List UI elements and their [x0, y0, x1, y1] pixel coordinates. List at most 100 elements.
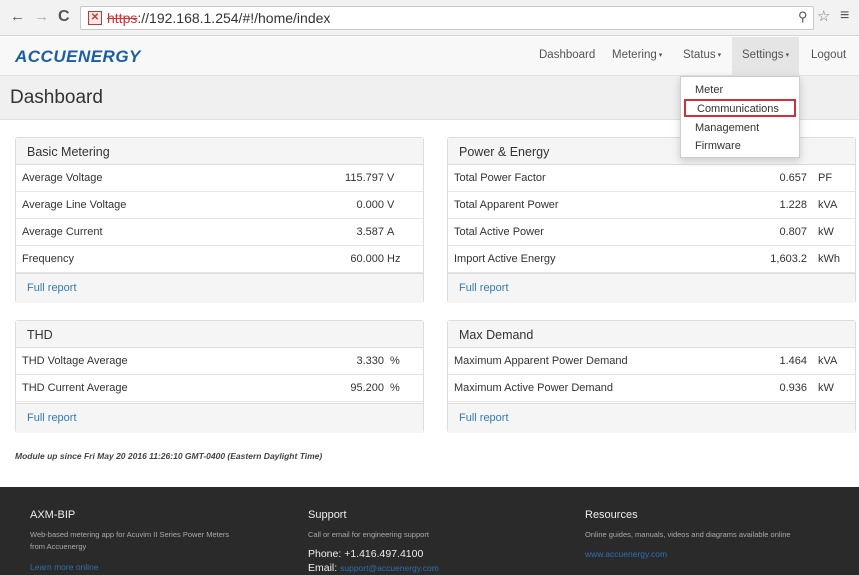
row-value: 0.807 [779, 226, 807, 238]
table-row: THD Voltage Average 3.330 % [16, 348, 423, 375]
caret-down-icon: ▾ [717, 52, 722, 59]
footer-app-heading: AXM-BIP [30, 509, 76, 521]
app-navbar: ACCUENERGY Dashboard Metering ▾ Status ▾ S… [0, 37, 859, 76]
row-label: Total Apparent Power [454, 199, 559, 211]
row-value: 60.000 [350, 253, 384, 265]
footer-email: Email: support@accuenergy.com [308, 562, 439, 574]
max-demand-panel: Max Demand Maximum Apparent Power Demand… [447, 320, 856, 433]
row-label: Total Active Power [454, 226, 544, 238]
row-unit: PF [818, 172, 833, 184]
insecure-lock-icon[interactable]: ✕ [88, 11, 102, 25]
panel-footer: Full report [16, 273, 423, 303]
caret-down-icon: ▾ [658, 52, 663, 59]
row-label: Import Active Energy [454, 253, 556, 265]
url-scheme: https [107, 10, 138, 26]
menu-item-management[interactable]: Management [695, 122, 759, 134]
menu-item-firmware[interactable]: Firmware [695, 140, 741, 152]
menu-item-communications[interactable]: Communications [684, 99, 796, 117]
row-value: 3.587 [356, 226, 384, 238]
footer-app-description: Web-based metering app for Acuvim II Ser… [30, 530, 230, 539]
row-unit: kWh [818, 253, 840, 265]
row-value: 1,603.2 [770, 253, 807, 265]
footer-support-heading: Support [308, 509, 347, 521]
table-row: Average Line Voltage 0.000 V [16, 192, 423, 219]
reload-icon[interactable]: C [58, 9, 70, 25]
row-label: THD Current Average [22, 382, 128, 394]
row-label: Maximum Active Power Demand [454, 382, 613, 394]
row-label: Average Voltage [22, 172, 103, 184]
page-title: Dashboard [10, 87, 103, 108]
table-row: Average Voltage 115.797 V [16, 165, 423, 192]
table-row: Total Apparent Power 1.228 kVA [448, 192, 855, 219]
full-report-link[interactable]: Full report [27, 282, 77, 294]
footer-app-description-2: from Accuenergy [30, 542, 87, 551]
nav-dashboard[interactable]: Dashboard [539, 49, 595, 61]
row-label: Maximum Apparent Power Demand [454, 355, 628, 367]
nav-settings[interactable]: Settings ▾ [732, 37, 800, 76]
table-row: Average Current 3.587 A [16, 219, 423, 246]
panel-title: Max Demand [459, 328, 534, 342]
row-unit: kW [818, 226, 834, 238]
footer-email-label: Email: [308, 562, 338, 574]
row-unit: kVA [818, 199, 838, 211]
nav-settings-label: Settings [742, 49, 784, 61]
panel-title: Power & Energy [459, 145, 550, 159]
row-value: 95.200 [350, 382, 384, 394]
table-row: THD Current Average 95.200 % [16, 375, 423, 402]
browser-toolbar: ← → C ✕ https://192.168.1.254/#!/home/in… [0, 0, 859, 36]
row-label: Frequency [22, 253, 74, 265]
panel-heading: Basic Metering [16, 138, 423, 165]
settings-dropdown-menu: Meter Communications Management Firmware [680, 76, 800, 158]
panel-footer: Full report [448, 403, 855, 433]
nav-metering-label: Metering [612, 49, 657, 61]
address-bar[interactable]: ✕ https://192.168.1.254/#!/home/index [80, 6, 814, 30]
row-unit: kVA [818, 355, 838, 367]
site-footer: AXM-BIP Web-based metering app for Acuvi… [0, 487, 859, 575]
full-report-link[interactable]: Full report [459, 282, 509, 294]
row-unit: V [387, 172, 395, 184]
footer-support-description: Call or email for engineering support [308, 530, 429, 539]
table-row: Frequency 60.000 Hz [16, 246, 423, 273]
nav-logout[interactable]: Logout [811, 49, 846, 61]
panel-footer: Full report [448, 273, 855, 303]
row-unit: A [387, 226, 395, 238]
full-report-link[interactable]: Full report [27, 412, 77, 424]
table-row: Maximum Active Power Demand 0.936 kW [448, 375, 855, 402]
full-report-link[interactable]: Full report [459, 412, 509, 424]
back-arrow-icon[interactable]: ← [10, 9, 25, 25]
row-value: 115.797 [345, 172, 384, 184]
row-label: Average Line Voltage [22, 199, 127, 211]
row-unit: kW [818, 382, 834, 394]
table-row: Total Active Power 0.807 kW [448, 219, 855, 246]
power-energy-panel: Power & Energy Total Power Factor 0.657 … [447, 137, 856, 303]
panel-title: Basic Metering [27, 145, 110, 159]
row-label: Average Current [22, 226, 103, 238]
support-email-link[interactable]: support@accuenergy.com [340, 563, 439, 573]
menu-item-meter[interactable]: Meter [695, 84, 723, 96]
brand-logo[interactable]: ACCUENERGY [15, 47, 141, 67]
browser-menu-icon[interactable]: ≡ [840, 7, 849, 25]
nav-metering[interactable]: Metering ▾ [612, 49, 662, 61]
table-row: Maximum Apparent Power Demand 1.464 kVA [448, 348, 855, 375]
row-value: 0.936 [779, 382, 807, 394]
row-value: 0.657 [779, 172, 807, 184]
footer-resources-heading: Resources [585, 509, 638, 521]
panel-heading: THD [16, 321, 423, 348]
url-text: https://192.168.1.254/#!/home/index [107, 10, 330, 26]
footer-resources-description: Online guides, manuals, videos and diagr… [585, 530, 791, 539]
caret-down-icon: ▾ [785, 52, 790, 59]
row-unit: Hz [387, 253, 401, 265]
table-row: Total Power Factor 0.657 PF [448, 165, 855, 192]
row-unit: V [387, 199, 395, 211]
nav-status[interactable]: Status ▾ [683, 49, 721, 61]
accuenergy-website-link[interactable]: www.accuenergy.com [585, 549, 667, 559]
bookmark-star-icon[interactable]: ☆ [817, 7, 830, 25]
table-row: Import Active Energy 1,603.2 kWh [448, 246, 855, 273]
learn-more-link[interactable]: Learn more online [30, 562, 99, 572]
zoom-icon[interactable]: ⚲ [798, 9, 808, 25]
url-path: ://192.168.1.254/#!/home/index [137, 10, 331, 26]
nav-status-label: Status [683, 49, 716, 61]
forward-arrow-icon[interactable]: → [34, 9, 49, 25]
row-value: 3.330 [356, 355, 384, 367]
row-value: 1.228 [779, 199, 807, 211]
